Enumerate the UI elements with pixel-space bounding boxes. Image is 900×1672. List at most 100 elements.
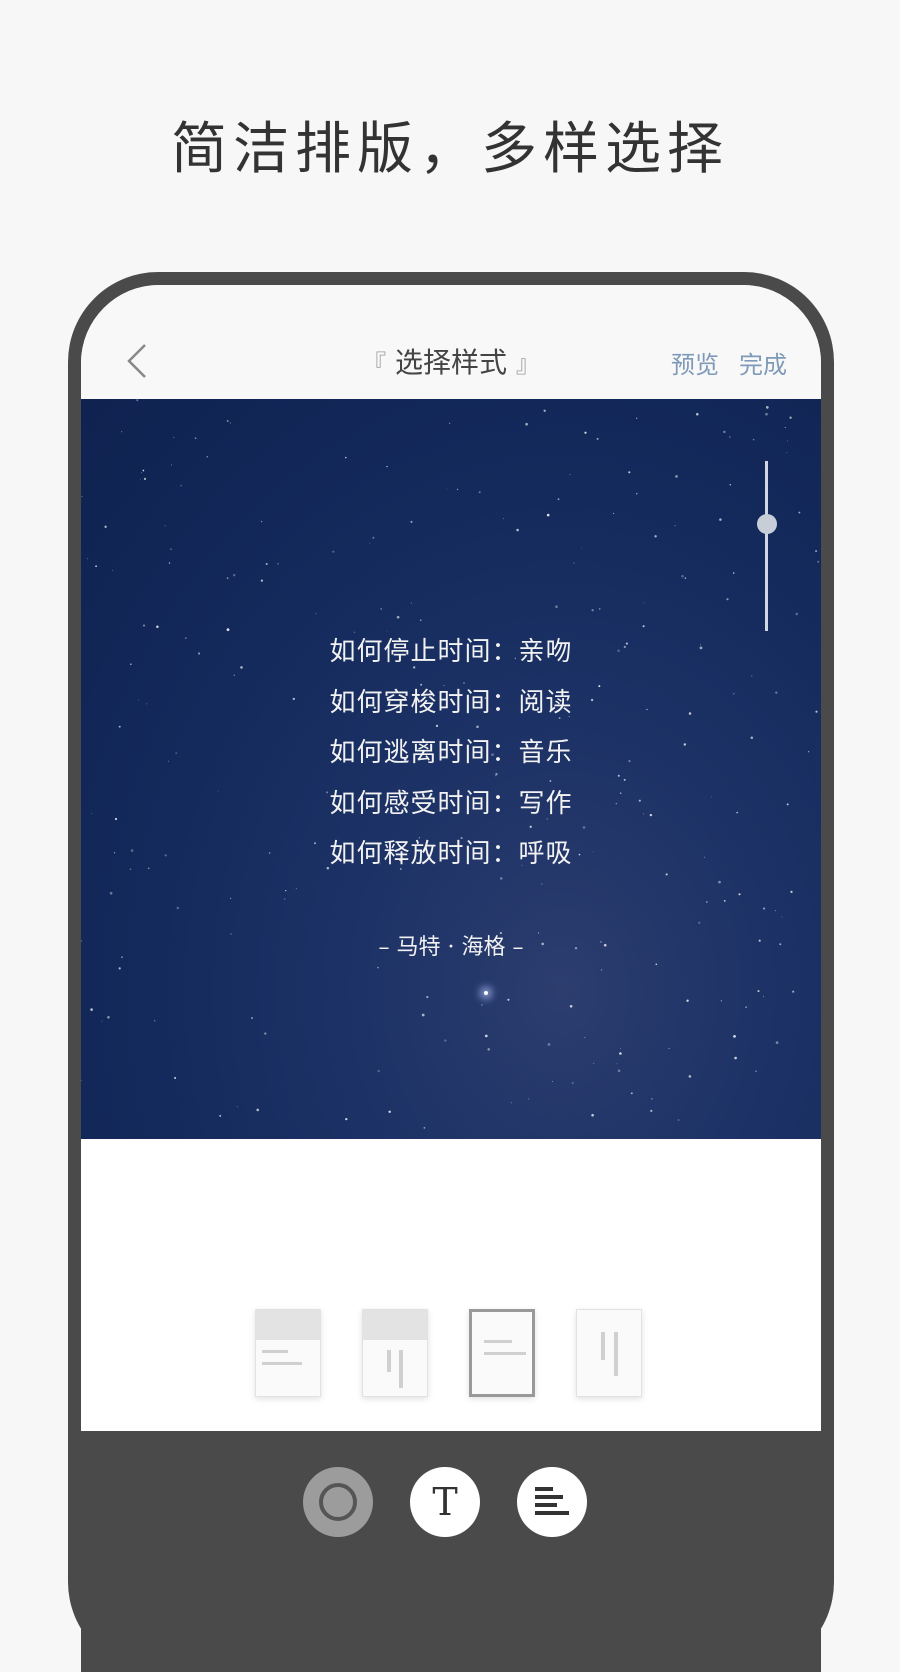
star: [584, 431, 587, 434]
star: [817, 560, 820, 563]
star: [141, 472, 143, 474]
nav-actions: 预览 完成: [671, 345, 787, 380]
preview-button[interactable]: 预览: [671, 345, 719, 380]
quote-author: – 马特 · 海格 –: [378, 935, 524, 960]
star: [678, 1119, 680, 1121]
svg-text:T: T: [432, 1480, 457, 1524]
layout-option-header-lines[interactable]: [255, 1309, 321, 1397]
star: [598, 608, 601, 610]
star: [95, 565, 97, 568]
star: [87, 558, 89, 560]
text-style-button[interactable]: T: [410, 1467, 480, 1537]
star: [541, 883, 543, 885]
star: [557, 498, 560, 501]
star: [236, 1106, 238, 1108]
star: [591, 1113, 594, 1117]
star: [420, 619, 422, 621]
quote-card[interactable]: 如何停止时间：亲吻 如何穿梭时间：阅读 如何逃离时间：音乐 如何感受时间：写作 …: [81, 399, 821, 1139]
slider-thumb[interactable]: [757, 513, 777, 534]
star: [229, 422, 231, 424]
star: [372, 536, 375, 539]
star: [421, 1013, 425, 1017]
star: [345, 456, 347, 459]
star: [547, 1043, 551, 1046]
poem: 如何停止时间：亲吻 如何穿梭时间：阅读 如何逃离时间：音乐 如何感受时间：写作 …: [81, 627, 821, 880]
layout-option-header-vertical[interactable]: [362, 1309, 428, 1397]
star: [449, 422, 451, 424]
star: [719, 518, 722, 521]
star: [569, 474, 571, 476]
star: [555, 605, 558, 609]
thumb-line: [262, 1350, 288, 1353]
star: [510, 1102, 513, 1104]
poem-line: 如何停止时间：亲吻: [329, 637, 573, 667]
star: [388, 1110, 391, 1114]
star: [265, 562, 268, 566]
star: [396, 615, 400, 619]
done-button[interactable]: 完成: [739, 345, 787, 380]
star: [718, 880, 721, 884]
star: [668, 1047, 670, 1049]
star: [410, 602, 412, 604]
page-title-text: 选择样式: [394, 346, 507, 379]
star: [173, 437, 175, 438]
star: [478, 491, 481, 494]
thumb-line: [484, 1340, 512, 1343]
star: [596, 437, 599, 440]
alignment-button[interactable]: [517, 1467, 587, 1537]
star: [295, 888, 297, 890]
star: [118, 967, 121, 970]
star: [655, 963, 658, 966]
star: [734, 1056, 737, 1060]
star: [260, 579, 264, 582]
background-style-button[interactable]: [303, 1467, 373, 1537]
star: [729, 484, 732, 486]
poem-line: 如何穿梭时间：阅读: [329, 687, 573, 718]
star: [386, 465, 388, 468]
font-size-slider[interactable]: [757, 461, 777, 631]
phone-frame: 『 选择样式 』 预览 完成 如何停止时间：亲吻 如何穿梭时间：阅读 如何逃离时…: [68, 272, 834, 1672]
star: [229, 897, 232, 900]
star: [142, 469, 145, 472]
thumb-line: [614, 1332, 618, 1376]
star: [774, 910, 776, 912]
star: [194, 437, 197, 440]
layout-option-lines[interactable]: [469, 1309, 535, 1397]
star: [787, 440, 788, 442]
star: [765, 412, 768, 416]
star: [136, 399, 139, 402]
star: [546, 513, 550, 517]
layout-option-vertical[interactable]: [576, 1309, 642, 1397]
thumb-line: [262, 1362, 302, 1365]
star: [81, 495, 83, 498]
star: [733, 1035, 736, 1038]
star: [251, 1017, 253, 1019]
star: [277, 563, 279, 565]
star: [616, 1063, 618, 1065]
star: [260, 520, 263, 523]
star: [584, 1036, 586, 1039]
star: [256, 1108, 260, 1112]
star: [410, 520, 413, 523]
star: [684, 577, 687, 579]
star: [789, 416, 792, 419]
star: [426, 995, 429, 999]
star: [613, 512, 615, 514]
star: [636, 417, 638, 419]
star: [698, 921, 701, 924]
thumb-line: [484, 1352, 526, 1355]
star: [444, 1039, 447, 1042]
star: [104, 525, 107, 528]
star: [377, 966, 379, 969]
star: [90, 1008, 93, 1011]
star: [264, 1032, 267, 1035]
star: [688, 1075, 692, 1078]
star: [681, 574, 684, 578]
star: [617, 1069, 621, 1073]
star: [745, 1006, 747, 1009]
star: [738, 893, 741, 896]
star: [481, 1004, 483, 1006]
star: [755, 1070, 757, 1072]
star: [101, 1020, 103, 1022]
thumb-line: [601, 1332, 605, 1360]
